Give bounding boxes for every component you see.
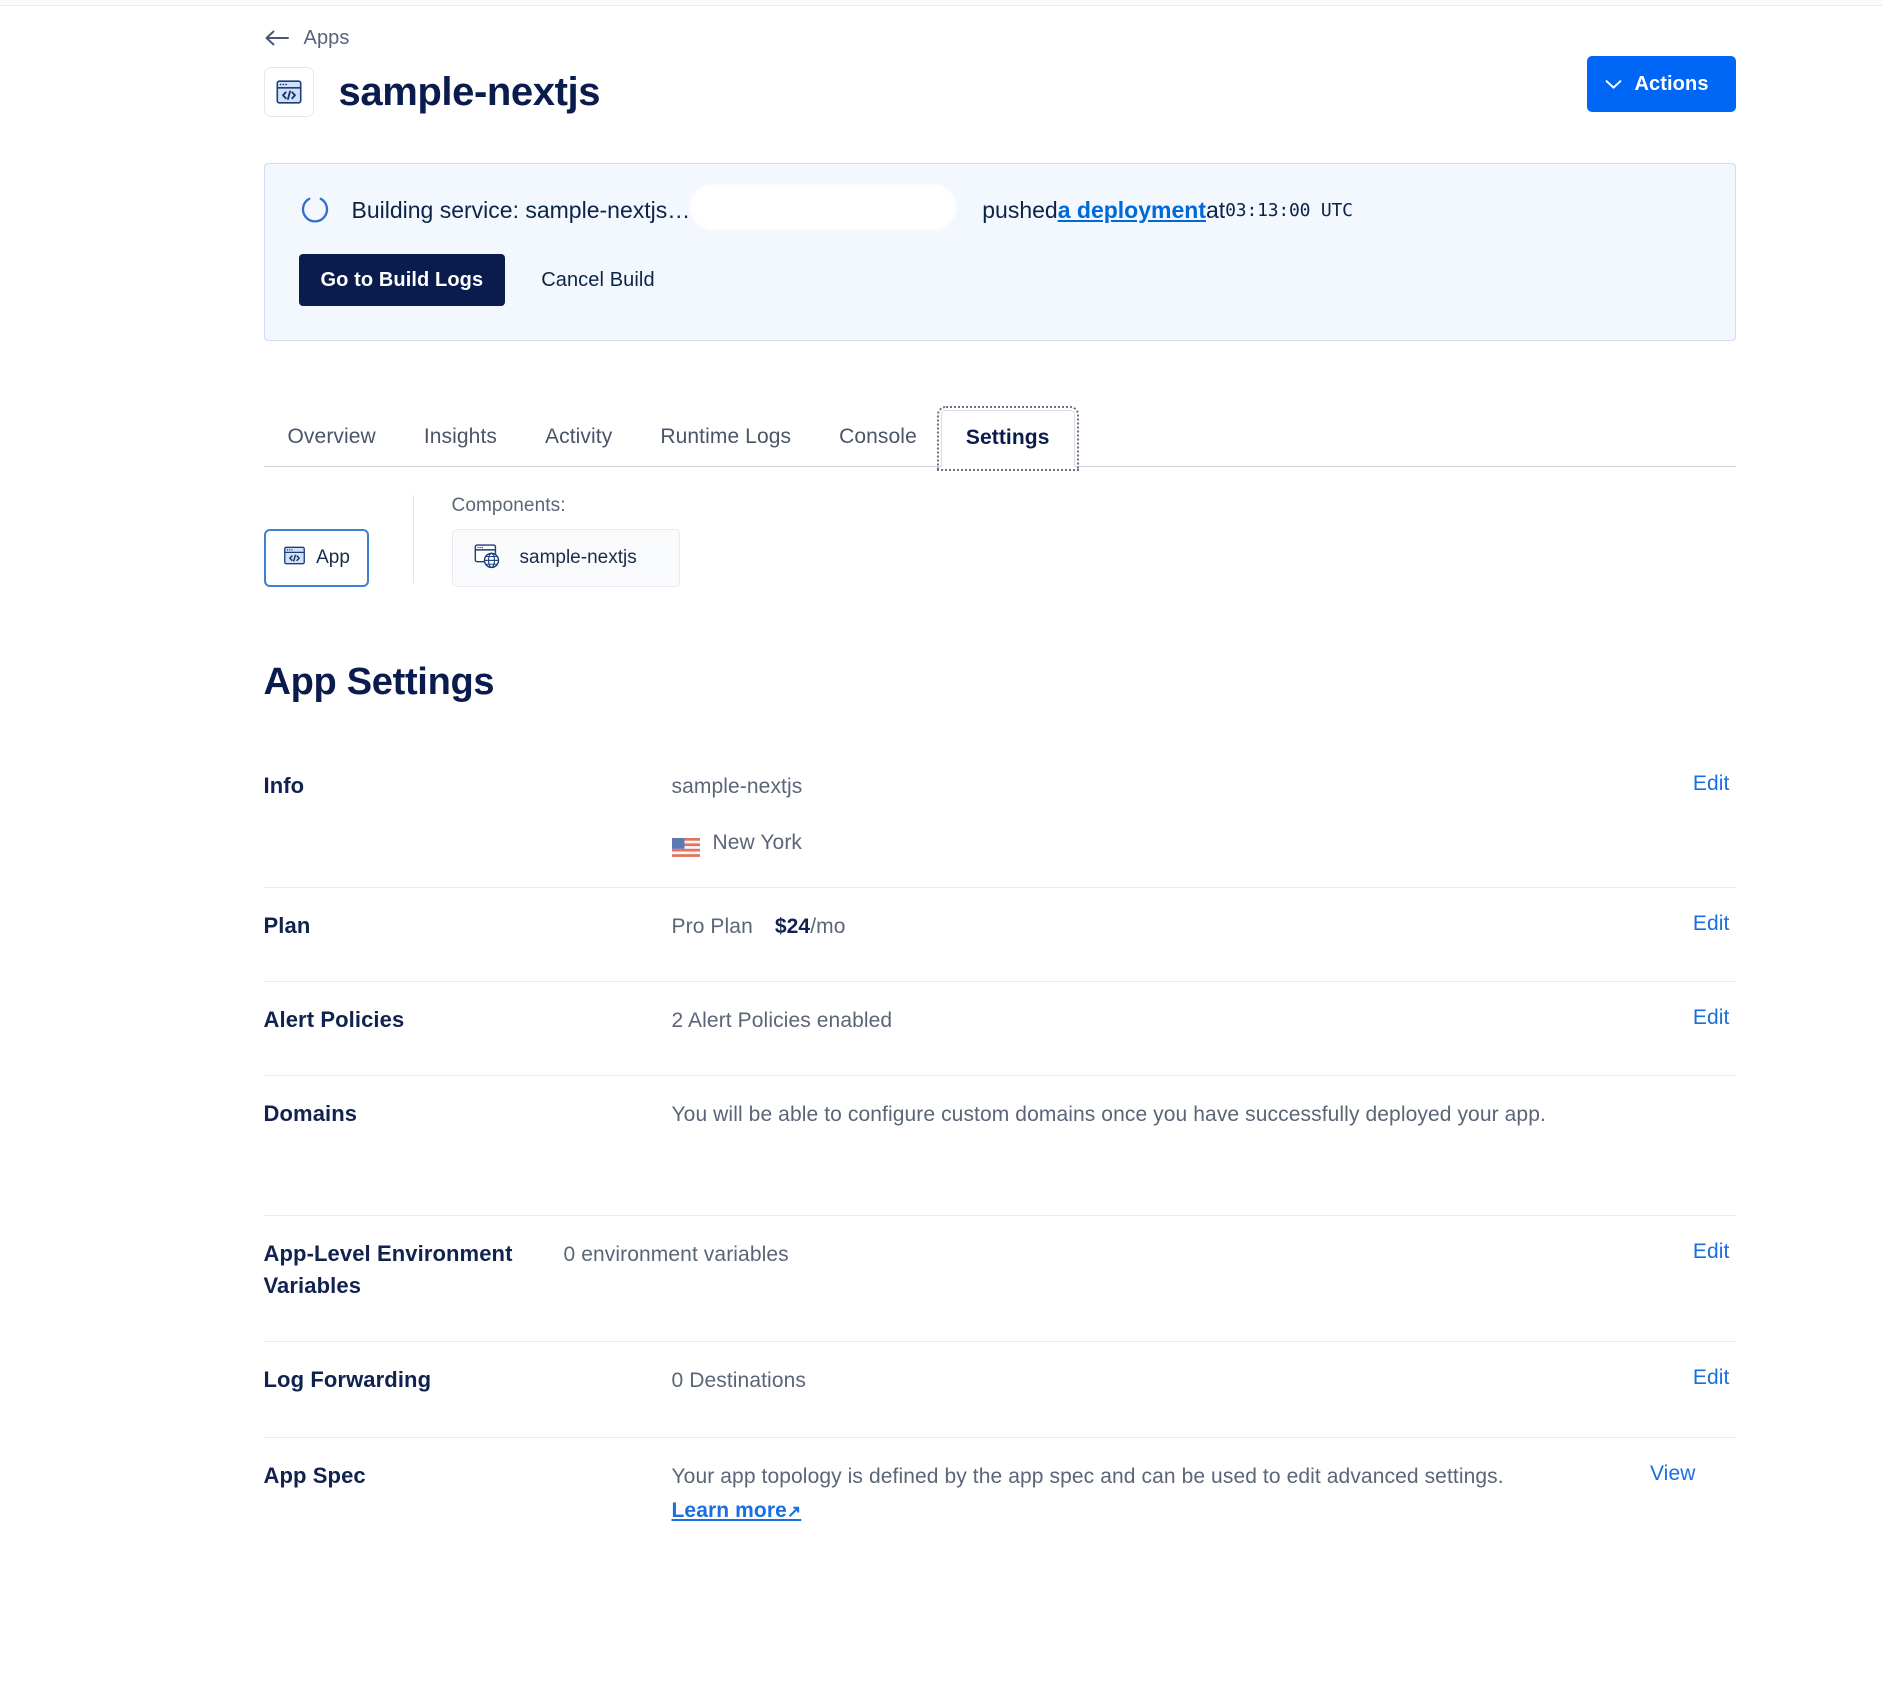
component-card-label: sample-nextjs: [519, 547, 637, 568]
plan-price: $24: [774, 915, 811, 938]
build-status-banner: Building service: sample-nextjs… pushed …: [263, 163, 1736, 341]
deployment-link[interactable]: a deployment: [1058, 197, 1206, 224]
settings-row-action: Edit: [1586, 982, 1736, 1030]
build-pushed-text: pushed: [982, 196, 1058, 223]
tab-insights[interactable]: Insights: [400, 426, 521, 467]
settings-row-env-vars: App-Level Environment Variables 0 enviro…: [263, 1216, 1736, 1342]
settings-row-action: Edit: [1586, 1216, 1736, 1264]
settings-rows: Info sample-nextjs New York Edit Plan Pr…: [263, 748, 1736, 1558]
app-region: New York: [671, 826, 1556, 860]
settings-row-body: 2 Alert Policies enabled: [671, 1009, 893, 1032]
settings-row-action: View: [1552, 1438, 1702, 1486]
settings-row-label: Info: [263, 773, 305, 798]
build-timestamp: 03:13:00 UTC: [1225, 199, 1353, 221]
actions-button[interactable]: Actions: [1586, 56, 1736, 112]
app-region-label: New York: [712, 831, 803, 855]
view-app-spec-link[interactable]: View: [1650, 1462, 1696, 1485]
settings-row-label: App-Level Environment Variables: [263, 1241, 513, 1298]
settings-row-app-spec: App Spec Your app topology is defined by…: [264, 1438, 1736, 1558]
settings-row-domains: Domains You will be able to configure cu…: [263, 1076, 1736, 1216]
edit-info-link[interactable]: Edit: [1693, 772, 1730, 795]
edit-alert-policies-link[interactable]: Edit: [1693, 1006, 1730, 1029]
actions-button-label: Actions: [1634, 72, 1709, 95]
tab-console[interactable]: Console: [815, 426, 941, 467]
tab-runtime-logs[interactable]: Runtime Logs: [636, 426, 815, 467]
chevron-down-icon: [1605, 79, 1622, 90]
settings-row-body: You will be able to configure custom dom…: [671, 1103, 1546, 1126]
settings-row-action: [1577, 1076, 1727, 1100]
build-at-text: at: [1205, 196, 1226, 223]
learn-more-label: Learn more: [671, 1499, 787, 1523]
settings-row-action: Edit: [1586, 1342, 1736, 1390]
build-banner-actions: Go to Build Logs Cancel Build: [298, 254, 1701, 306]
components-group: Components: sample-nextjs: [451, 495, 680, 587]
settings-row-action: Edit: [1586, 888, 1736, 936]
settings-row-alert-policies: Alert Policies 2 Alert Policies enabled …: [263, 982, 1736, 1076]
tab-activity[interactable]: Activity: [521, 426, 636, 467]
loading-spinner-icon: [299, 194, 331, 226]
settings-row-body: 0 Destinations: [671, 1369, 806, 1392]
go-to-build-logs-button[interactable]: Go to Build Logs: [298, 254, 506, 306]
app-page: Apps sample-nextjs Actions Building serv…: [0, 6, 1883, 1686]
scope-divider: [412, 495, 414, 583]
settings-row-info: Info sample-nextjs New York Edit: [263, 748, 1736, 888]
edit-log-forwarding-link[interactable]: Edit: [1693, 1366, 1730, 1389]
settings-row-action: Edit: [1586, 748, 1736, 796]
redaction-overlay: [693, 188, 952, 226]
settings-row-log-forwarding: Log Forwarding 0 Destinations Edit: [263, 1342, 1736, 1438]
settings-row-label: Domains: [263, 1101, 358, 1126]
component-card-sample-nextjs[interactable]: sample-nextjs: [451, 529, 680, 587]
tab-bar: Overview Insights Activity Runtime Logs …: [263, 405, 1736, 471]
page-content: Apps sample-nextjs Actions Building serv…: [122, 6, 1762, 1558]
settings-heading: App Settings: [263, 661, 495, 703]
us-flag-icon: [671, 834, 700, 857]
edit-env-vars-link[interactable]: Edit: [1693, 1240, 1730, 1263]
settings-row-body: Pro Plan $24/mo: [672, 888, 1586, 944]
app-spec-description: Your app topology is defined by the app …: [671, 1465, 1504, 1488]
external-link-icon: ↗: [786, 1502, 802, 1522]
settings-row-body: sample-nextjs New York: [671, 748, 1586, 860]
code-window-icon: [282, 543, 307, 573]
page-title: sample-nextjs: [338, 70, 601, 114]
settings-row-label: Log Forwarding: [263, 1367, 432, 1392]
settings-row-label: App Spec: [263, 1463, 366, 1488]
cancel-build-button[interactable]: Cancel Build: [529, 269, 667, 292]
tab-settings[interactable]: Settings: [936, 406, 1079, 471]
edit-plan-link[interactable]: Edit: [1693, 912, 1730, 935]
breadcrumb[interactable]: Apps: [122, 6, 1762, 49]
settings-row-label: Alert Policies: [263, 1007, 405, 1032]
learn-more-link[interactable]: Learn more↗: [672, 1499, 802, 1522]
window-globe-icon: [473, 542, 503, 575]
build-status-text: Building service: sample-nextjs…: [351, 196, 691, 223]
code-window-icon: [263, 67, 314, 117]
settings-row-body: Your app topology is defined by the app …: [672, 1438, 1552, 1528]
settings-row-plan: Plan Pro Plan $24/mo Edit: [263, 888, 1736, 982]
tab-overview[interactable]: Overview: [264, 426, 400, 467]
plan-name: Pro Plan: [671, 915, 753, 938]
scope-card-app[interactable]: App: [263, 529, 369, 587]
scope-card-app-label: App: [316, 547, 350, 568]
components-label: Components:: [451, 495, 566, 516]
settings-row-label: Plan: [263, 913, 311, 938]
scope-selector: App Components: sample-nextjs: [263, 495, 1736, 587]
build-status-line: Building service: sample-nextjs… pushed …: [299, 188, 1701, 226]
plan-period: /mo: [810, 915, 846, 938]
settings-row-body: 0 environment variables: [563, 1243, 789, 1266]
app-name-value: sample-nextjs: [671, 775, 803, 798]
page-header: sample-nextjs Actions: [122, 38, 1762, 124]
